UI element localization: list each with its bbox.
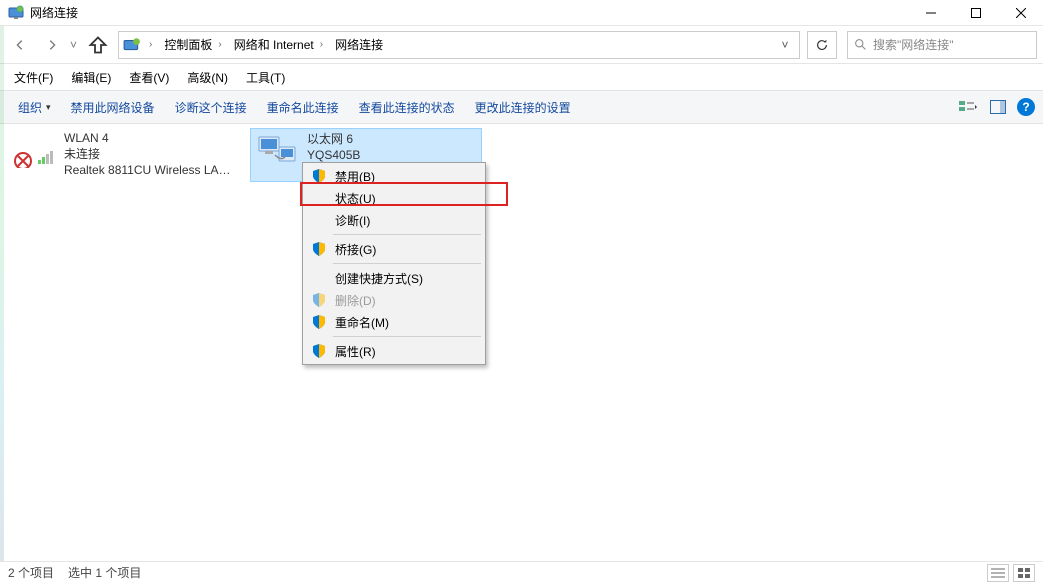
menu-advanced[interactable]: 高级(N)	[179, 65, 236, 90]
cmd-diagnose[interactable]: 诊断这个连接	[165, 95, 257, 120]
connection-name: 以太网 6	[307, 131, 360, 147]
minimize-button[interactable]	[908, 0, 953, 25]
search-input[interactable]: 搜索"网络连接"	[847, 31, 1037, 59]
up-button[interactable]	[86, 33, 110, 57]
wifi-icon	[10, 130, 58, 170]
back-button[interactable]	[6, 31, 34, 59]
ctx-bridge[interactable]: 桥接(G)	[305, 238, 483, 260]
titlebar: 网络连接	[0, 0, 1043, 26]
location-icon	[123, 36, 141, 54]
ctx-rename[interactable]: 重命名(M)	[305, 311, 483, 333]
menu-file[interactable]: 文件(F)	[6, 65, 61, 90]
menu-edit[interactable]: 编辑(E)	[63, 65, 119, 90]
chevron-right-icon: ›	[149, 39, 152, 50]
menu-bar: 文件(F) 编辑(E) 查看(V) 高级(N) 工具(T)	[0, 64, 1043, 90]
search-icon	[854, 38, 867, 51]
ctx-diagnose[interactable]: 诊断(I)	[305, 209, 483, 231]
search-placeholder: 搜索"网络连接"	[873, 36, 954, 53]
chevron-right-icon: ›	[218, 39, 221, 50]
breadcrumb-item[interactable]: 网络连接	[331, 36, 387, 53]
status-selected: 选中 1 个项目	[68, 564, 141, 581]
cmd-rename[interactable]: 重命名此连接	[257, 95, 349, 120]
details-view-button[interactable]	[987, 564, 1009, 582]
separator	[333, 263, 481, 264]
status-count: 2 个项目	[8, 564, 54, 581]
help-button[interactable]: ?	[1017, 98, 1035, 116]
cmd-view-status[interactable]: 查看此连接的状态	[349, 95, 465, 120]
view-options-button[interactable]	[957, 96, 979, 118]
connection-status: YQS405B	[307, 147, 360, 163]
shield-icon	[311, 241, 327, 257]
shield-icon	[311, 314, 327, 330]
ctx-properties[interactable]: 属性(R)	[305, 340, 483, 362]
preview-pane-button[interactable]	[987, 96, 1009, 118]
context-menu: 禁用(B) 状态(U) 诊断(I) 桥接(G) 创建快捷方式(S) 删除(D) …	[302, 162, 486, 365]
connection-status: 未连接	[64, 146, 238, 162]
decorative-edge	[0, 26, 4, 561]
chevron-down-icon: ▾	[46, 102, 51, 113]
refresh-button[interactable]	[807, 31, 837, 59]
address-dropdown[interactable]: ˅	[777, 38, 793, 52]
connection-name: WLAN 4	[64, 130, 238, 146]
ctx-disable[interactable]: 禁用(B)	[305, 165, 483, 187]
address-bar[interactable]: › 控制面板› 网络和 Internet› 网络连接 ˅	[118, 31, 800, 59]
connection-device: Realtek 8811CU Wireless LAN ...	[64, 162, 238, 178]
cmd-organize[interactable]: 组织▾	[8, 95, 61, 120]
shield-icon	[311, 292, 327, 308]
cmd-change-settings[interactable]: 更改此连接的设置	[465, 95, 581, 120]
history-dropdown[interactable]: ˅	[70, 38, 82, 52]
breadcrumb-item[interactable]: 网络和 Internet›	[230, 36, 327, 53]
status-bar: 2 个项目 选中 1 个项目	[0, 561, 1043, 583]
app-icon	[8, 5, 24, 21]
ethernet-icon	[253, 131, 301, 171]
window-title: 网络连接	[30, 4, 908, 21]
navigation-bar: ˅ › 控制面板› 网络和 Internet› 网络连接 ˅ 搜索"网络连接"	[0, 26, 1043, 64]
icons-view-button[interactable]	[1013, 564, 1035, 582]
shield-icon	[311, 343, 327, 359]
chevron-right-icon: ›	[320, 39, 323, 50]
connection-item-wlan[interactable]: WLAN 4 未连接 Realtek 8811CU Wireless LAN .…	[8, 128, 240, 180]
breadcrumb-item[interactable]: 控制面板›	[160, 36, 225, 53]
cmd-disable-device[interactable]: 禁用此网络设备	[61, 95, 165, 120]
separator	[333, 336, 481, 337]
shield-icon	[311, 168, 327, 184]
ctx-status[interactable]: 状态(U)	[305, 187, 483, 209]
content-area: WLAN 4 未连接 Realtek 8811CU Wireless LAN .…	[0, 124, 1043, 561]
maximize-button[interactable]	[953, 0, 998, 25]
menu-view[interactable]: 查看(V)	[121, 65, 177, 90]
separator	[333, 234, 481, 235]
close-button[interactable]	[998, 0, 1043, 25]
menu-tools[interactable]: 工具(T)	[238, 65, 293, 90]
command-bar: 组织▾ 禁用此网络设备 诊断这个连接 重命名此连接 查看此连接的状态 更改此连接…	[0, 90, 1043, 124]
forward-button[interactable]	[38, 31, 66, 59]
ctx-shortcut[interactable]: 创建快捷方式(S)	[305, 267, 483, 289]
ctx-delete: 删除(D)	[305, 289, 483, 311]
